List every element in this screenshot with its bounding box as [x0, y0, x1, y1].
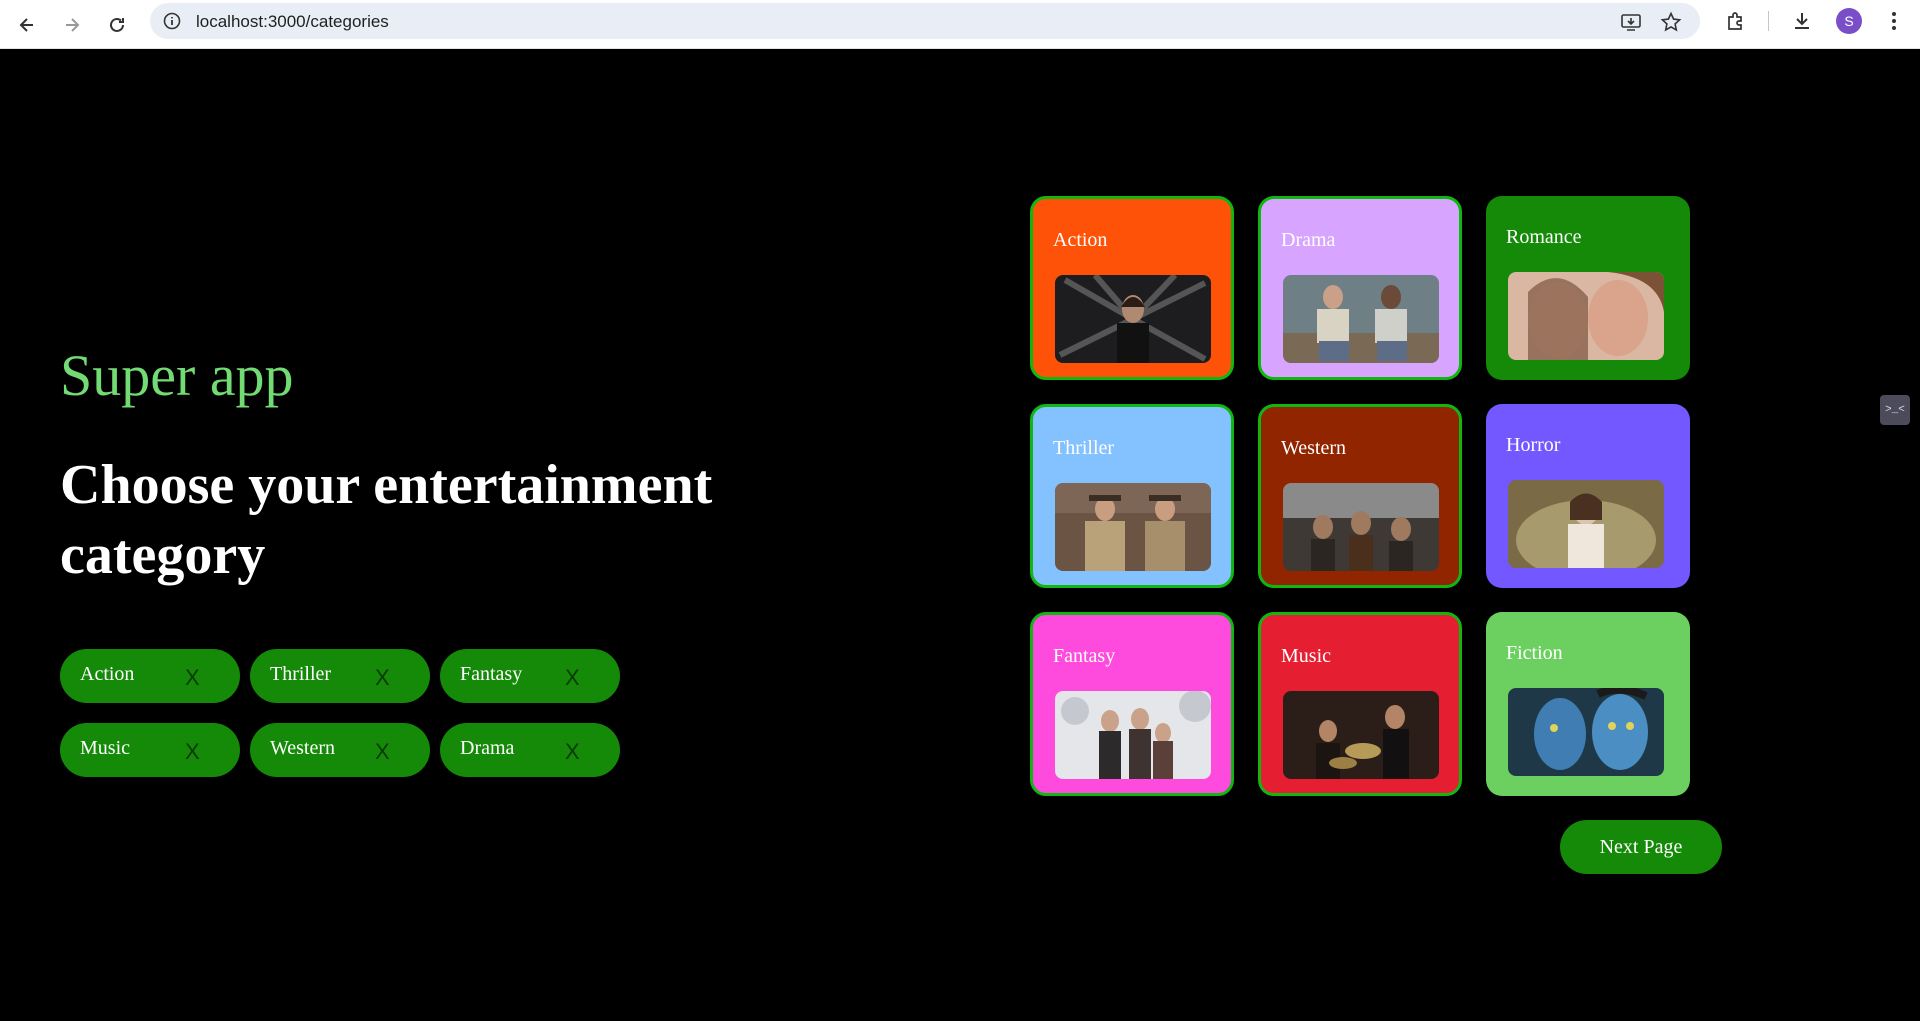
category-image [1055, 483, 1211, 571]
category-title: Music [1281, 645, 1331, 667]
chip-label: Fantasy [460, 663, 523, 685]
category-image [1055, 691, 1211, 779]
chip-label: Music [80, 737, 130, 759]
bookmark-star-icon[interactable] [1660, 11, 1682, 33]
chip-remove-button[interactable]: X [375, 739, 390, 765]
selected-chip: Action X [60, 649, 240, 703]
category-card-fiction[interactable]: Fiction [1486, 612, 1690, 796]
address-bar[interactable]: localhost:3000/categories [150, 3, 1700, 39]
category-card-horror[interactable]: Horror [1486, 404, 1690, 588]
category-card-western[interactable]: Western [1258, 404, 1462, 588]
category-card-thriller[interactable]: Thriller [1030, 404, 1234, 588]
install-app-icon[interactable] [1620, 11, 1642, 33]
category-title: Fiction [1506, 642, 1563, 664]
category-card-drama[interactable]: Drama [1258, 196, 1462, 380]
chip-remove-button[interactable]: X [565, 665, 580, 691]
brand-title: Super app [60, 343, 294, 408]
category-image [1283, 691, 1439, 779]
selected-chip: Music X [60, 723, 240, 777]
category-title: Action [1053, 229, 1108, 251]
extensions-icon[interactable] [1724, 9, 1748, 33]
chip-remove-button[interactable]: X [185, 665, 200, 691]
category-image [1508, 272, 1664, 360]
category-card-fantasy[interactable]: Fantasy [1030, 612, 1234, 796]
chip-remove-button[interactable]: X [375, 665, 390, 691]
category-title: Horror [1506, 434, 1561, 456]
category-card-music[interactable]: Music [1258, 612, 1462, 796]
toolbar-divider [1768, 11, 1769, 31]
category-title: Thriller [1053, 437, 1115, 459]
browser-toolbar: localhost:3000/categories S [0, 0, 1920, 49]
category-card-romance[interactable]: Romance [1486, 196, 1690, 380]
kebab-menu-icon[interactable] [1882, 9, 1906, 33]
category-title: Drama [1281, 229, 1336, 251]
category-image [1283, 275, 1439, 363]
category-card-action[interactable]: Action [1030, 196, 1234, 380]
site-info-icon[interactable] [162, 11, 182, 31]
chip-label: Drama [460, 737, 515, 759]
download-icon[interactable] [1790, 9, 1814, 33]
category-title: Fantasy [1053, 645, 1116, 667]
chip-remove-button[interactable]: X [565, 739, 580, 765]
selected-chip: Thriller X [250, 649, 430, 703]
selected-chip: Drama X [440, 723, 620, 777]
category-image [1508, 480, 1664, 568]
selected-chip: Fantasy X [440, 649, 620, 703]
chip-label: Western [270, 737, 336, 759]
chip-label: Thriller [270, 663, 332, 685]
category-title: Romance [1506, 226, 1582, 248]
url-text[interactable]: localhost:3000/categories [196, 12, 389, 32]
back-arrow-icon[interactable] [10, 8, 44, 42]
reload-icon[interactable] [100, 8, 134, 42]
selected-chip: Western X [250, 723, 430, 777]
category-image [1283, 483, 1439, 571]
next-page-button[interactable]: Next Page [1560, 820, 1722, 874]
category-title: Western [1281, 437, 1347, 459]
chip-label: Action [80, 663, 135, 685]
page-heading: Choose your entertainment category [60, 454, 713, 586]
category-image [1055, 275, 1211, 363]
category-image [1508, 688, 1664, 776]
chip-remove-button[interactable]: X [185, 739, 200, 765]
side-panel-toggle[interactable]: >_< [1880, 395, 1910, 425]
profile-avatar[interactable]: S [1836, 8, 1862, 34]
forward-arrow-icon[interactable] [55, 8, 89, 42]
